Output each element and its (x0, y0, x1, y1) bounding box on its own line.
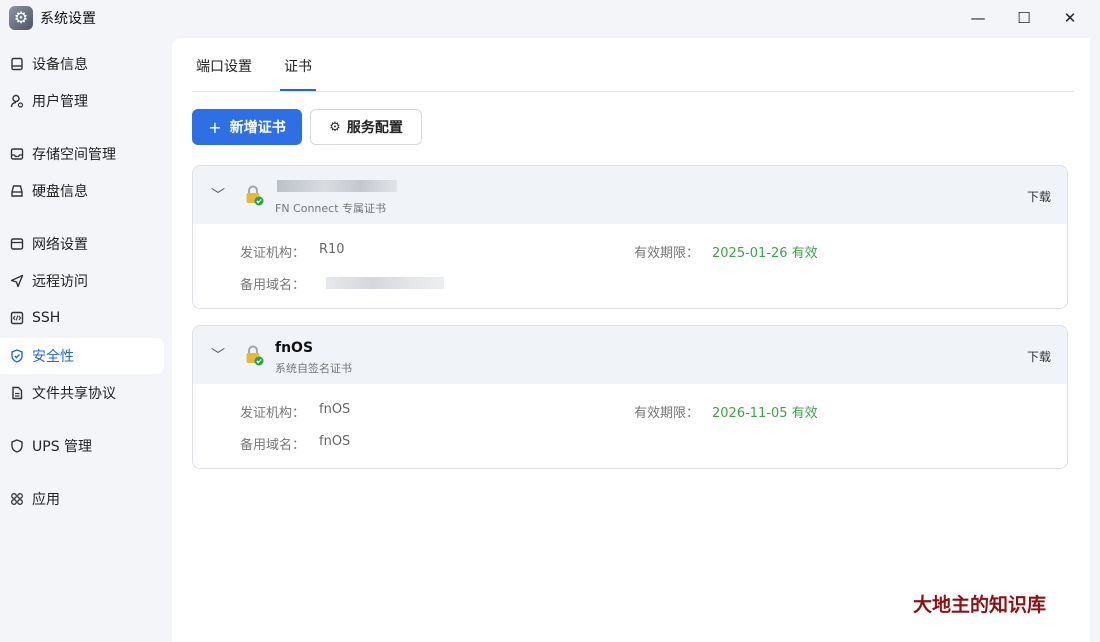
sidebar-item-label: 应用 (32, 492, 60, 508)
tab-certificates[interactable]: 证书 (284, 56, 312, 76)
watermark-text: 大地主的知识库 (913, 594, 1047, 616)
validity-value: 2026-11-05 有效 (712, 406, 818, 421)
active-tab-indicator (280, 89, 316, 91)
sidebar-item-disk[interactable]: 硬盘信息 (0, 173, 164, 209)
tab-port-settings[interactable]: 端口设置 (196, 56, 252, 76)
sidebar-item-label: 网络设置 (32, 237, 88, 253)
issuer-value: fnOS (319, 402, 351, 417)
settings-gear-icon: ⚙ (9, 6, 33, 30)
alt-domain-label: 备用域名： (240, 438, 306, 453)
scrollbar-track[interactable] (1090, 38, 1100, 642)
sidebar-item-apps[interactable]: 应用 (0, 481, 164, 517)
chevron-down-icon[interactable]: ﹀ (211, 185, 225, 205)
sidebar-item-label: UPS 管理 (32, 439, 93, 455)
sidebar-item-users[interactable]: 用户管理 (0, 83, 164, 119)
certificate-subtitle: FN Connect 专属证书 (275, 202, 387, 215)
sidebar: 设备信息 用户管理 存储空间管理 硬盘信息 网络设置 远程访问 SSH 安全性 … (0, 38, 172, 642)
download-link[interactable]: 下载 (1027, 188, 1051, 205)
device-icon (9, 57, 24, 72)
issuer-label: 发证机构： (240, 246, 306, 261)
ups-shield-icon (9, 439, 24, 454)
network-icon (9, 237, 24, 252)
send-icon (9, 274, 24, 289)
service-config-label: 服务配置 (346, 120, 403, 136)
maximize-button[interactable]: ☐ (1001, 4, 1047, 32)
sidebar-item-ups[interactable]: UPS 管理 (0, 428, 164, 464)
apps-icon (9, 492, 24, 507)
sidebar-item-device-info[interactable]: 设备信息 (0, 46, 164, 82)
sidebar-item-label: 设备信息 (32, 57, 88, 73)
user-icon (9, 94, 24, 109)
issuer-label: 发证机构： (240, 406, 306, 421)
title-bar: ⚙ 系统设置 — ☐ ✕ (0, 0, 1100, 38)
redacted-certificate-name (277, 180, 397, 192)
add-certificate-button[interactable]: + 新增证书 (192, 109, 302, 145)
certificate-name: fnOS (275, 340, 314, 356)
alt-domain-value: fnOS (319, 434, 351, 449)
download-link[interactable]: 下载 (1027, 348, 1051, 365)
window-title: 系统设置 (40, 11, 96, 27)
lock-check-icon (243, 184, 265, 206)
add-certificate-label: 新增证书 (229, 120, 286, 136)
disk-icon (9, 184, 24, 199)
sidebar-item-label: 存储空间管理 (32, 147, 116, 163)
certificate-card-header[interactable]: ﹀ fnOS 系统自签名证书 下载 (193, 326, 1067, 384)
validity-value: 2025-01-26 有效 (712, 246, 818, 261)
chevron-down-icon[interactable]: ﹀ (211, 345, 225, 365)
certificate-card: ﹀ FN Connect 专属证书 下载 发证机构： R10 有效期限： 202… (192, 165, 1068, 309)
certificate-card: ﹀ fnOS 系统自签名证书 下载 发证机构： fnOS 有效期限： 2026-… (192, 325, 1068, 469)
service-config-button[interactable]: ⚙ 服务配置 (310, 109, 422, 145)
sidebar-item-label: SSH (32, 310, 61, 326)
gear-icon: ⚙ (329, 119, 341, 135)
tab-bar: 端口设置 证书 (192, 38, 1074, 92)
minimize-button[interactable]: — (955, 4, 1001, 32)
validity-label: 有效期限： (634, 406, 700, 421)
file-icon (9, 386, 24, 401)
sidebar-item-network[interactable]: 网络设置 (0, 226, 164, 262)
certificate-card-header[interactable]: ﹀ FN Connect 专属证书 下载 (193, 166, 1067, 224)
sidebar-item-file-sharing[interactable]: 文件共享协议 (0, 375, 164, 411)
sidebar-item-security[interactable]: 安全性 (0, 338, 164, 374)
main-panel: 端口设置 证书 + 新增证书 ⚙ 服务配置 ﹀ FN Connect 专属证书 … (172, 38, 1090, 642)
sidebar-item-remote-access[interactable]: 远程访问 (0, 263, 164, 299)
sidebar-item-label: 用户管理 (32, 94, 88, 110)
close-button[interactable]: ✕ (1047, 4, 1093, 32)
code-icon (9, 311, 24, 326)
alt-domain-label: 备用域名： (240, 278, 306, 293)
sidebar-item-ssh[interactable]: SSH (0, 300, 164, 336)
plus-icon: + (208, 117, 222, 137)
sidebar-item-label: 硬盘信息 (32, 184, 88, 200)
shield-icon (9, 349, 24, 364)
certificate-subtitle: 系统自签名证书 (275, 362, 352, 375)
sidebar-item-storage[interactable]: 存储空间管理 (0, 136, 164, 172)
storage-icon (9, 147, 24, 162)
sidebar-item-label: 远程访问 (32, 274, 88, 290)
issuer-value: R10 (319, 242, 345, 257)
sidebar-item-label: 安全性 (32, 349, 74, 365)
lock-check-icon (243, 344, 265, 366)
sidebar-item-label: 文件共享协议 (32, 386, 116, 402)
validity-label: 有效期限： (634, 246, 700, 261)
redacted-alt-domain (326, 277, 444, 289)
